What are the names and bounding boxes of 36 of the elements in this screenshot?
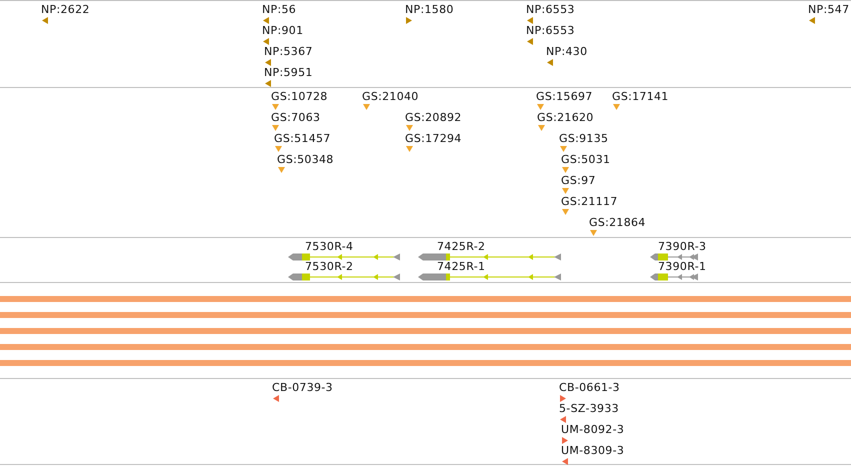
feature-label: NP:901 (262, 24, 304, 37)
transcript-label: 7530R-4 (305, 240, 354, 253)
feature-label: GS:17294 (405, 132, 462, 145)
transcript-label: 7530R-2 (305, 260, 354, 273)
feature-label: UM-8092-3 (561, 423, 624, 436)
feature-label: NP:5367 (264, 45, 313, 58)
feature-label: 5-SZ-3933 (559, 402, 619, 415)
feature-label: CB-0661-3 (559, 381, 620, 394)
feature-label: NP:5951 (264, 66, 313, 79)
feature-label: GS:21620 (537, 111, 594, 124)
feature-label: NP:1580 (405, 3, 454, 16)
feature-label: NP:2622 (41, 3, 90, 16)
feature-label: GS:7063 (271, 111, 320, 124)
feature-label: GS:50348 (277, 153, 334, 166)
feature-label: NP:6553 (526, 24, 575, 37)
feature-label: GS:5031 (561, 153, 610, 166)
transcript-label: 7425R-2 (437, 240, 486, 253)
feature-label: CB-0739-3 (272, 381, 333, 394)
feature-label: GS:20892 (405, 111, 462, 124)
feature-label: GS:97 (561, 174, 596, 187)
feature-label: GS:21040 (362, 90, 419, 103)
feature-label: GS:17141 (612, 90, 669, 103)
transcript-label: 7390R-3 (658, 240, 706, 253)
feature-label: NP:547 (808, 3, 850, 16)
feature-label: GS:21117 (561, 195, 618, 208)
feature-label: GS:51457 (274, 132, 331, 145)
feature-label: GS:15697 (536, 90, 593, 103)
feature-label: NP:56 (262, 3, 296, 16)
feature-label: GS:9135 (559, 132, 608, 145)
feature-label: GS:21864 (589, 216, 646, 229)
feature-label: UM-8309-3 (561, 444, 624, 457)
feature-label: NP:430 (546, 45, 588, 58)
transcript-label: 7425R-1 (437, 260, 486, 273)
transcript-label: 7390R-1 (658, 260, 706, 273)
feature-label: NP:6553 (526, 3, 575, 16)
feature-label: GS:10728 (271, 90, 328, 103)
